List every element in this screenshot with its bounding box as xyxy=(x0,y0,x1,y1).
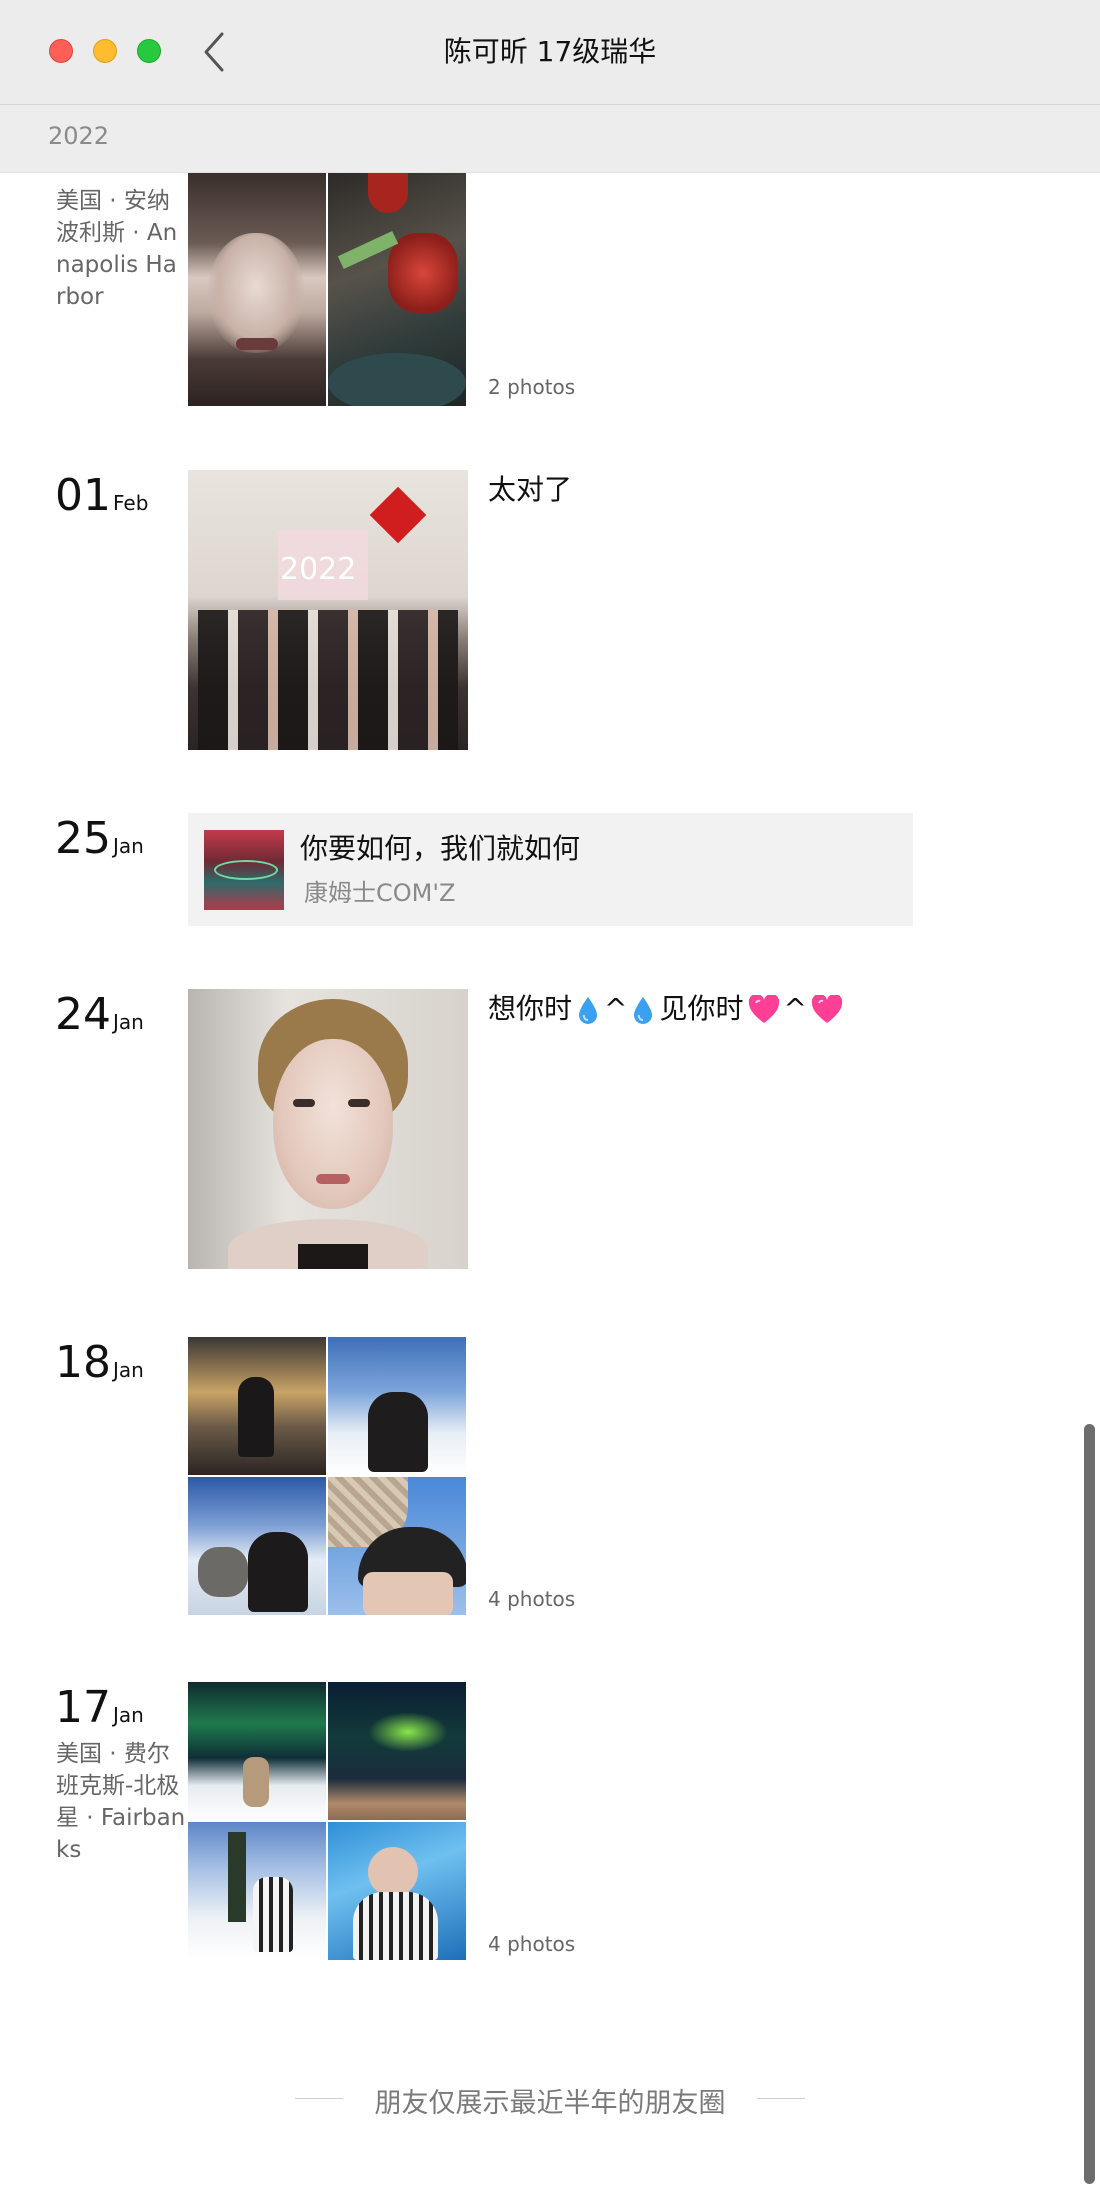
moment-entry[interactable]: 18 Jan 4 photos xyxy=(0,1337,1100,1622)
music-artist: 康姆士COM'Z xyxy=(304,879,456,907)
moment-entry[interactable]: 美国 · 安纳波利斯 · Annapolis Harbor 2 photos xyxy=(0,173,1100,413)
music-title: 你要如何，我们就如何 xyxy=(300,832,581,865)
moment-entry[interactable]: 24 Jan 想你时 ^ 见你时 ^ xyxy=(0,989,1100,1274)
sparkling-heart-icon xyxy=(811,995,843,1023)
post-text: 太对了 xyxy=(488,473,573,506)
moments-feed: 美国 · 安纳波利斯 · Annapolis Harbor 2 photos 0… xyxy=(0,173,1100,2190)
water-drop-icon xyxy=(579,997,598,1024)
post-date: 18 Jan xyxy=(55,1337,144,1388)
photo-count: 4 photos xyxy=(488,1932,576,1956)
photo-count: 2 photos xyxy=(488,375,576,399)
date-day: 17 xyxy=(55,1682,111,1733)
footer-text: 朋友仅展示最近半年的朋友圈 xyxy=(374,2088,726,2119)
moment-entry[interactable]: 17 Jan 美国 · 费尔班克斯-北极星 · Fairbanks 4 photo… xyxy=(0,1682,1100,1967)
post-text-separator: ^ xyxy=(604,992,628,1025)
post-date: 24 Jan xyxy=(55,989,144,1040)
date-month: Jan xyxy=(113,1358,144,1382)
moment-entry[interactable]: 25 Jan 你要如何，我们就如何 康姆士COM'Z xyxy=(0,813,1100,933)
title-bar: 陈可昕 17级瑞华 xyxy=(0,0,1100,105)
photo-thumbnail[interactable] xyxy=(188,1337,326,1475)
date-month: Jan xyxy=(113,1703,144,1727)
post-date: 17 Jan xyxy=(55,1682,144,1733)
photo-thumbnail[interactable] xyxy=(188,173,326,406)
post-date: 25 Jan xyxy=(55,813,144,864)
music-share-card[interactable]: 你要如何，我们就如何 康姆士COM'Z xyxy=(188,813,913,926)
post-text: 想你时 ^ 见你时 ^ xyxy=(488,989,847,1029)
maximize-window-button[interactable] xyxy=(137,39,161,63)
close-window-button[interactable] xyxy=(49,39,73,63)
minimize-window-button[interactable] xyxy=(93,39,117,63)
post-date: 01 Feb xyxy=(55,470,148,521)
date-day: 24 xyxy=(55,989,111,1040)
post-text-part: 见你时 xyxy=(659,992,744,1025)
photo-thumbnail[interactable] xyxy=(328,1682,466,1820)
post-text-part: 想你时 xyxy=(488,992,573,1025)
photo-thumbnail[interactable] xyxy=(328,1337,466,1475)
photo-count: 4 photos xyxy=(488,1587,576,1611)
photo-thumbnail[interactable] xyxy=(328,1822,466,1960)
window-title: 陈可昕 17级瑞华 xyxy=(443,35,657,68)
water-drop-icon xyxy=(634,997,653,1024)
year-header: 2022 xyxy=(0,105,1100,173)
photo-thumbnail[interactable] xyxy=(188,989,468,1269)
date-month: Jan xyxy=(113,834,144,858)
album-cover xyxy=(204,830,284,910)
date-day: 18 xyxy=(55,1337,111,1388)
date-day: 01 xyxy=(55,470,111,521)
photo-thumbnail[interactable] xyxy=(188,1822,326,1960)
location-label: 美国 · 费尔班克斯-北极星 · Fairbanks xyxy=(56,1741,186,1863)
sparkling-heart-icon xyxy=(748,995,779,1023)
photo-thumbnail[interactable]: 2022 xyxy=(188,470,468,750)
photo-thumbnail[interactable] xyxy=(188,1477,326,1615)
date-month: Feb xyxy=(113,491,149,515)
chevron-left-icon[interactable] xyxy=(200,30,230,74)
year-label: 2022 xyxy=(48,122,110,150)
photo-thumbnail[interactable] xyxy=(188,1682,326,1820)
scrollbar-thumb[interactable] xyxy=(1084,1424,1095,2184)
location-label: 美国 · 安纳波利斯 · Annapolis Harbor xyxy=(56,188,178,310)
post-text-separator: ^ xyxy=(783,992,807,1025)
date-month: Jan xyxy=(113,1010,144,1034)
photo-thumbnail[interactable] xyxy=(328,1477,466,1615)
photo-thumbnail[interactable] xyxy=(328,173,466,406)
date-day: 25 xyxy=(55,813,111,864)
feed-end-notice: 朋友仅展示最近半年的朋友圈 xyxy=(0,2078,1100,2119)
moment-entry[interactable]: 01 Feb 2022 太对了 xyxy=(0,470,1100,755)
